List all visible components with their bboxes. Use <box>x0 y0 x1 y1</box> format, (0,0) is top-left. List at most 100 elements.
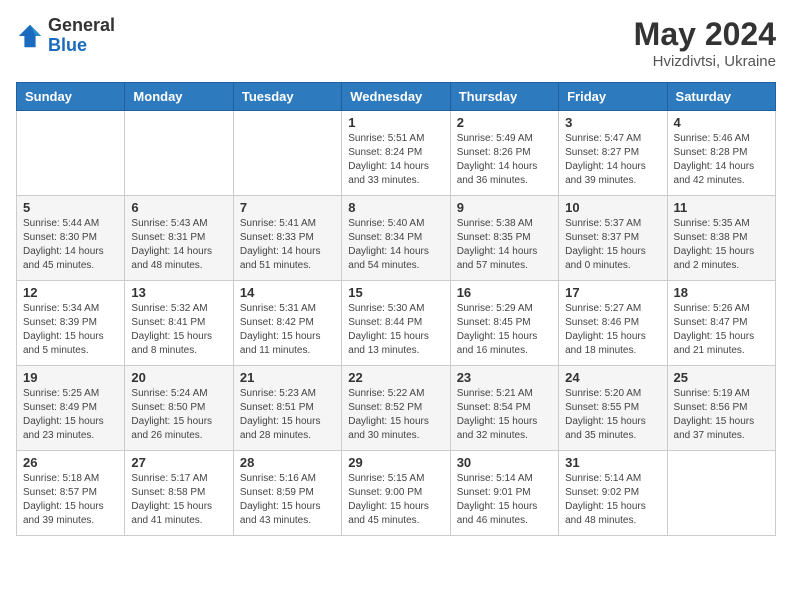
day-info: Sunrise: 5:25 AM Sunset: 8:49 PM Dayligh… <box>23 387 118 443</box>
day-number: 24 <box>565 370 660 385</box>
day-info: Sunrise: 5:38 AM Sunset: 8:35 PM Dayligh… <box>457 217 552 273</box>
day-info: Sunrise: 5:30 AM Sunset: 8:44 PM Dayligh… <box>348 302 443 358</box>
day-number: 4 <box>674 115 769 130</box>
calendar-cell <box>17 111 125 196</box>
day-number: 30 <box>457 455 552 470</box>
weekday-header: Wednesday <box>342 83 450 111</box>
day-info: Sunrise: 5:16 AM Sunset: 8:59 PM Dayligh… <box>240 472 335 528</box>
day-number: 16 <box>457 285 552 300</box>
calendar-cell: 22 Sunrise: 5:22 AM Sunset: 8:52 PM Dayli… <box>342 366 450 451</box>
calendar-table: SundayMondayTuesdayWednesdayThursdayFrid… <box>16 82 776 536</box>
day-number: 20 <box>131 370 226 385</box>
logo: General Blue <box>16 16 115 56</box>
day-number: 2 <box>457 115 552 130</box>
calendar-cell: 7Sunrise: 5:41 AM Sunset: 8:33 PM Daylig… <box>233 196 341 281</box>
day-number: 6 <box>131 200 226 215</box>
day-info: Sunrise: 5:15 AM Sunset: 9:00 PM Dayligh… <box>348 472 443 528</box>
day-number: 28 <box>240 455 335 470</box>
calendar-location: Hvizdivtsi, Ukraine <box>634 53 776 70</box>
day-info: Sunrise: 5:19 AM Sunset: 8:56 PM Dayligh… <box>674 387 769 443</box>
day-number: 8 <box>348 200 443 215</box>
day-info: Sunrise: 5:27 AM Sunset: 8:46 PM Dayligh… <box>565 302 660 358</box>
calendar-title: May 2024 <box>634 16 776 53</box>
calendar-cell: 26 Sunrise: 5:18 AM Sunset: 8:57 PM Dayli… <box>17 451 125 536</box>
day-number: 21 <box>240 370 335 385</box>
calendar-cell <box>667 451 775 536</box>
day-info: Sunrise: 5:40 AM Sunset: 8:34 PM Dayligh… <box>348 217 443 273</box>
title-block: May 2024 Hvizdivtsi, Ukraine <box>634 16 776 70</box>
calendar-cell: 4 Sunrise: 5:46 AM Sunset: 8:28 PM Daylig… <box>667 111 775 196</box>
day-number: 22 <box>348 370 443 385</box>
day-info: Sunrise: 5:31 AM Sunset: 8:42 PM Dayligh… <box>240 302 335 358</box>
day-number: 31 <box>565 455 660 470</box>
calendar-cell: 24 Sunrise: 5:20 AM Sunset: 8:55 PM Dayli… <box>559 366 667 451</box>
logo-general-label: General <box>48 16 115 36</box>
calendar-cell: 17Sunrise: 5:27 AM Sunset: 8:46 PM Dayli… <box>559 281 667 366</box>
weekday-header: Sunday <box>17 83 125 111</box>
calendar-cell: 11 Sunrise: 5:35 AM Sunset: 8:38 PM Dayli… <box>667 196 775 281</box>
day-number: 3 <box>565 115 660 130</box>
calendar-cell: 18Sunrise: 5:26 AM Sunset: 8:47 PM Dayli… <box>667 281 775 366</box>
calendar-cell: 5 Sunrise: 5:44 AM Sunset: 8:30 PM Daylig… <box>17 196 125 281</box>
calendar-cell: 3Sunrise: 5:47 AM Sunset: 8:27 PM Daylig… <box>559 111 667 196</box>
day-number: 19 <box>23 370 118 385</box>
calendar-cell: 25 Sunrise: 5:19 AM Sunset: 8:56 PM Dayli… <box>667 366 775 451</box>
day-number: 27 <box>131 455 226 470</box>
day-info: Sunrise: 5:32 AM Sunset: 8:41 PM Dayligh… <box>131 302 226 358</box>
weekday-header: Friday <box>559 83 667 111</box>
calendar-week-row: 5 Sunrise: 5:44 AM Sunset: 8:30 PM Daylig… <box>17 196 776 281</box>
day-number: 10 <box>565 200 660 215</box>
calendar-cell: 30 Sunrise: 5:14 AM Sunset: 9:01 PM Dayli… <box>450 451 558 536</box>
day-info: Sunrise: 5:22 AM Sunset: 8:52 PM Dayligh… <box>348 387 443 443</box>
day-info: Sunrise: 5:18 AM Sunset: 8:57 PM Dayligh… <box>23 472 118 528</box>
day-number: 7 <box>240 200 335 215</box>
weekday-header: Monday <box>125 83 233 111</box>
calendar-cell: 21 Sunrise: 5:23 AM Sunset: 8:51 PM Dayli… <box>233 366 341 451</box>
calendar-cell: 16 Sunrise: 5:29 AM Sunset: 8:45 PM Dayli… <box>450 281 558 366</box>
day-number: 1 <box>348 115 443 130</box>
calendar-cell: 10 Sunrise: 5:37 AM Sunset: 8:37 PM Dayli… <box>559 196 667 281</box>
calendar-week-row: 12Sunrise: 5:34 AM Sunset: 8:39 PM Dayli… <box>17 281 776 366</box>
calendar-week-row: 1 Sunrise: 5:51 AM Sunset: 8:24 PM Daylig… <box>17 111 776 196</box>
page-header: General Blue May 2024 Hvizdivtsi, Ukrain… <box>16 16 776 70</box>
day-number: 11 <box>674 200 769 215</box>
logo-text: General Blue <box>48 16 115 56</box>
weekday-header: Tuesday <box>233 83 341 111</box>
calendar-cell: 12Sunrise: 5:34 AM Sunset: 8:39 PM Dayli… <box>17 281 125 366</box>
day-info: Sunrise: 5:35 AM Sunset: 8:38 PM Dayligh… <box>674 217 769 273</box>
day-number: 25 <box>674 370 769 385</box>
day-info: Sunrise: 5:34 AM Sunset: 8:39 PM Dayligh… <box>23 302 118 358</box>
calendar-cell: 13Sunrise: 5:32 AM Sunset: 8:41 PM Dayli… <box>125 281 233 366</box>
day-info: Sunrise: 5:29 AM Sunset: 8:45 PM Dayligh… <box>457 302 552 358</box>
calendar-cell: 31Sunrise: 5:14 AM Sunset: 9:02 PM Dayli… <box>559 451 667 536</box>
day-number: 29 <box>348 455 443 470</box>
day-info: Sunrise: 5:24 AM Sunset: 8:50 PM Dayligh… <box>131 387 226 443</box>
calendar-cell <box>233 111 341 196</box>
calendar-cell: 28 Sunrise: 5:16 AM Sunset: 8:59 PM Dayli… <box>233 451 341 536</box>
calendar-cell: 20 Sunrise: 5:24 AM Sunset: 8:50 PM Dayli… <box>125 366 233 451</box>
calendar-cell: 9 Sunrise: 5:38 AM Sunset: 8:35 PM Daylig… <box>450 196 558 281</box>
day-info: Sunrise: 5:14 AM Sunset: 9:01 PM Dayligh… <box>457 472 552 528</box>
day-number: 14 <box>240 285 335 300</box>
calendar-cell: 14 Sunrise: 5:31 AM Sunset: 8:42 PM Dayli… <box>233 281 341 366</box>
day-number: 26 <box>23 455 118 470</box>
day-info: Sunrise: 5:20 AM Sunset: 8:55 PM Dayligh… <box>565 387 660 443</box>
day-info: Sunrise: 5:46 AM Sunset: 8:28 PM Dayligh… <box>674 132 769 188</box>
calendar-cell: 2Sunrise: 5:49 AM Sunset: 8:26 PM Daylig… <box>450 111 558 196</box>
day-number: 18 <box>674 285 769 300</box>
day-info: Sunrise: 5:51 AM Sunset: 8:24 PM Dayligh… <box>348 132 443 188</box>
day-info: Sunrise: 5:44 AM Sunset: 8:30 PM Dayligh… <box>23 217 118 273</box>
calendar-cell: 8 Sunrise: 5:40 AM Sunset: 8:34 PM Daylig… <box>342 196 450 281</box>
calendar-cell: 15 Sunrise: 5:30 AM Sunset: 8:44 PM Dayli… <box>342 281 450 366</box>
day-number: 5 <box>23 200 118 215</box>
day-number: 15 <box>348 285 443 300</box>
day-info: Sunrise: 5:23 AM Sunset: 8:51 PM Dayligh… <box>240 387 335 443</box>
day-info: Sunrise: 5:17 AM Sunset: 8:58 PM Dayligh… <box>131 472 226 528</box>
day-number: 9 <box>457 200 552 215</box>
weekday-header-row: SundayMondayTuesdayWednesdayThursdayFrid… <box>17 83 776 111</box>
calendar-week-row: 19 Sunrise: 5:25 AM Sunset: 8:49 PM Dayli… <box>17 366 776 451</box>
weekday-header: Saturday <box>667 83 775 111</box>
weekday-header: Thursday <box>450 83 558 111</box>
day-info: Sunrise: 5:37 AM Sunset: 8:37 PM Dayligh… <box>565 217 660 273</box>
calendar-cell: 29 Sunrise: 5:15 AM Sunset: 9:00 PM Dayli… <box>342 451 450 536</box>
